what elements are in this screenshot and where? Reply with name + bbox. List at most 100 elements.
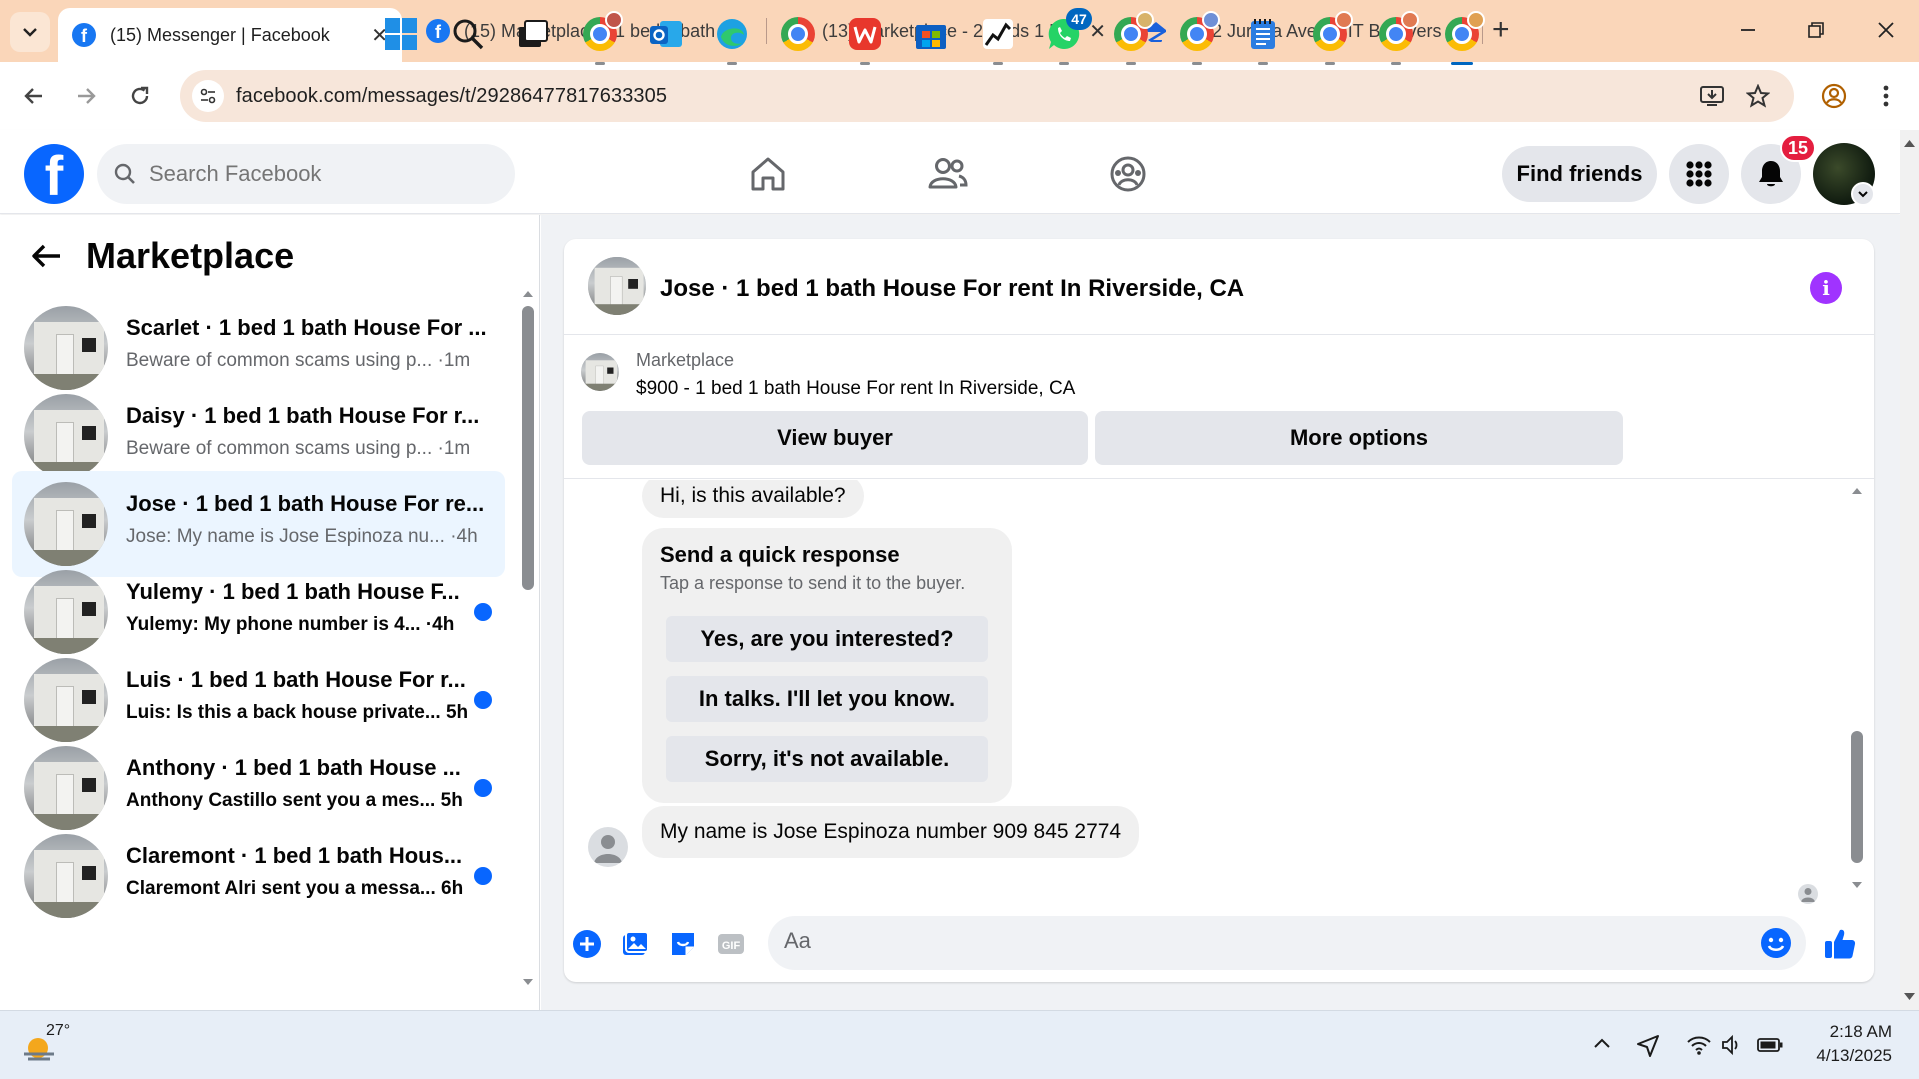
message-input-box[interactable] (768, 916, 1806, 970)
view-buyer-button[interactable]: View buyer (582, 411, 1088, 465)
menu-button[interactable] (1669, 144, 1729, 204)
close-tab-icon[interactable]: ✕ (1089, 19, 1106, 44)
photo-icon[interactable] (618, 927, 652, 961)
listing-avatar[interactable] (588, 257, 646, 315)
conversation-item[interactable]: Claremont · 1 bed 1 bath Hous... Claremon… (12, 823, 505, 929)
volume-icon[interactable] (1720, 1034, 1744, 1061)
search-icon[interactable] (448, 14, 488, 54)
new-tab-button[interactable]: + (1492, 12, 1510, 48)
wifi-icon[interactable] (1686, 1034, 1712, 1061)
close-window-button[interactable] (1866, 12, 1906, 48)
bookmark-star-icon[interactable] (1744, 82, 1772, 110)
nav-groups[interactable] (1104, 150, 1152, 198)
sticker-icon[interactable] (666, 927, 700, 961)
more-options-button[interactable]: More options (1095, 411, 1623, 465)
whatsapp-icon[interactable]: 47 (1044, 8, 1092, 54)
sender-avatar[interactable] (588, 827, 628, 867)
edge-icon[interactable] (712, 14, 752, 54)
plus-circle-icon[interactable] (570, 927, 604, 961)
info-icon[interactable]: i (1810, 272, 1842, 304)
running-indicator (993, 62, 1003, 65)
scroll-down-icon[interactable] (522, 978, 534, 988)
scroll-down-icon[interactable] (1900, 990, 1919, 1004)
facebook-logo-icon[interactable]: f (24, 144, 84, 204)
thumbs-up-icon[interactable] (1820, 927, 1860, 961)
message-list: Hi, is this available? Send a quick resp… (564, 480, 1874, 908)
tab-messenger[interactable]: f (15) Messenger | Facebook ✕ (58, 8, 402, 62)
nav-friends[interactable] (924, 150, 972, 198)
house-photo (588, 257, 646, 315)
chrome-profile-2-icon[interactable] (1111, 11, 1154, 54)
start-menu-icon[interactable] (381, 14, 421, 54)
unread-dot (474, 779, 492, 797)
conversation-preview: Luis: Is this a back house private... 5h (126, 702, 469, 723)
back-arrow-icon[interactable] (30, 242, 62, 270)
gif-icon[interactable]: GIF (714, 927, 748, 961)
task-view-icon[interactable] (513, 14, 553, 54)
install-app-icon[interactable] (1698, 82, 1726, 110)
chrome-profile-3-icon[interactable] (1177, 11, 1220, 54)
browser-menu-button[interactable] (1870, 80, 1902, 112)
weather-widget[interactable]: 27° (20, 1022, 70, 1064)
scroll-up-icon[interactable] (522, 288, 534, 298)
running-indicator (1325, 62, 1335, 65)
message-scrollbar[interactable] (1851, 481, 1863, 905)
minimize-icon (1741, 29, 1755, 31)
sidebar-scrollbar[interactable] (522, 288, 534, 988)
battery-icon[interactable] (1756, 1034, 1784, 1061)
reload-button[interactable] (124, 80, 156, 112)
message-input[interactable] (784, 928, 1684, 954)
chrome-profile-active-icon[interactable] (1442, 11, 1485, 54)
forward-button[interactable] (70, 80, 102, 112)
tray-overflow-icon[interactable] (1592, 1034, 1612, 1059)
conversation-preview: Jose: My name is Jose Espinoza nu... ·4h (126, 526, 478, 547)
chrome-profile-4-icon[interactable] (1310, 11, 1353, 54)
microsoft-store-icon[interactable] (911, 14, 951, 54)
restore-button[interactable] (1796, 12, 1836, 48)
account-caret-icon[interactable] (1851, 182, 1875, 206)
url-text[interactable]: facebook.com/messages/t/2928647781763330… (236, 85, 667, 108)
listing-description[interactable]: $900 - 1 bed 1 bath House For rent In Ri… (636, 378, 1075, 400)
whatsapp-unread-badge: 47 (1066, 8, 1092, 30)
nav-home[interactable] (744, 150, 792, 198)
running-indicator (1258, 62, 1268, 65)
profile-button[interactable] (1818, 80, 1850, 112)
system-clock[interactable]: 2:18 AM 4/13/2025 (1800, 1020, 1892, 1068)
tab-search-button[interactable] (10, 12, 50, 52)
listing-thumbnail[interactable] (581, 353, 619, 391)
browser-tab-bar: f (15) Messenger | Facebook ✕ f (15) Mar… (0, 0, 1919, 62)
address-bar[interactable]: facebook.com/messages/t/2928647781763330… (180, 70, 1794, 122)
scrollbar-thumb[interactable] (1851, 731, 1863, 863)
location-icon[interactable] (1636, 1034, 1660, 1063)
scrollbar-thumb[interactable] (522, 306, 534, 590)
message-bubble-sent[interactable]: Hi, is this available? (642, 480, 864, 518)
minimize-button[interactable] (1728, 12, 1768, 48)
conversation-title[interactable]: Jose · 1 bed 1 bath House For rent In Ri… (660, 275, 1244, 303)
tab-separator (766, 18, 767, 44)
outlook-icon[interactable] (646, 14, 686, 54)
unread-dot (474, 603, 492, 621)
scroll-up-icon[interactable] (1900, 136, 1919, 150)
notepad-icon[interactable] (1243, 14, 1283, 54)
reload-icon (131, 86, 149, 105)
chrome-profile-1-icon[interactable] (580, 11, 623, 54)
scroll-down-icon[interactable] (1851, 881, 1863, 891)
scroll-up-icon[interactable] (1851, 485, 1863, 495)
quick-response-option[interactable]: Sorry, it's not available. (666, 736, 988, 782)
stocks-app-icon[interactable] (978, 14, 1018, 54)
emoji-icon[interactable] (1760, 927, 1792, 959)
message-bubble-received[interactable]: My name is Jose Espinoza number 909 845 … (642, 806, 1140, 858)
chrome-icon[interactable] (778, 14, 818, 54)
chrome-profile-5-icon[interactable] (1376, 11, 1419, 54)
conversation-preview: Beware of common scams using p... ·1m (126, 350, 471, 371)
find-friends-button[interactable]: Find friends (1502, 146, 1657, 202)
site-info-icon[interactable] (192, 80, 224, 112)
search-input[interactable] (149, 161, 469, 187)
quick-response-option[interactable]: In talks. I'll let you know. (666, 676, 988, 722)
back-button[interactable] (18, 80, 50, 112)
facebook-search[interactable] (97, 144, 515, 204)
quick-response-option[interactable]: Yes, are you interested? (666, 616, 988, 662)
facebook-icon: f (72, 23, 96, 47)
page-scrollbar[interactable] (1900, 130, 1919, 1010)
wps-office-icon[interactable] (845, 14, 885, 54)
